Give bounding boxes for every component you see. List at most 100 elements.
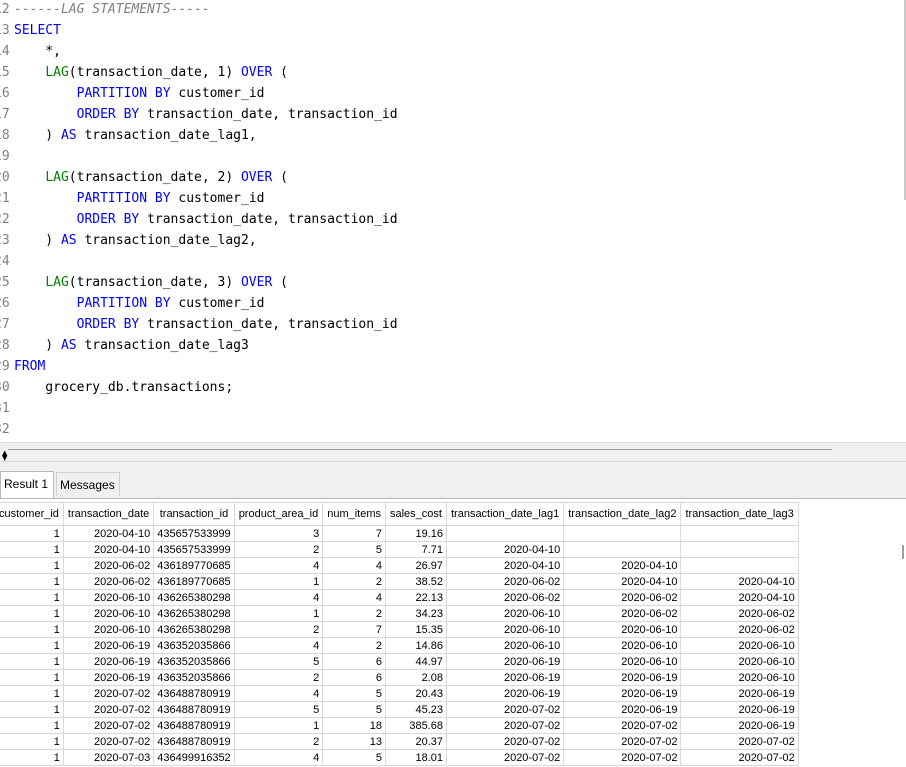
table-cell[interactable]: 436499916352 <box>153 749 235 766</box>
table-cell[interactable]: 2 <box>322 573 386 590</box>
table-cell[interactable]: 2020-07-02 <box>563 733 682 750</box>
code-line[interactable]: 28 ) AS transaction_date_lag3 <box>0 335 249 356</box>
table-cell[interactable]: 2020-06-02 <box>680 605 799 622</box>
editor-horizontal-scrollbar[interactable] <box>8 449 832 450</box>
table-cell[interactable]: 2020-06-19 <box>445 653 565 670</box>
table-row[interactable]: 1 2020-07-02 436488780919 1 18 385.68 2020-07-… <box>0 717 799 734</box>
table-cell[interactable]: 45.23 <box>385 701 447 718</box>
table-cell[interactable]: 2020-04-10 <box>62 525 155 542</box>
table-cell[interactable]: 2020-06-10 <box>680 653 799 670</box>
code-line[interactable]: 13 SELECT <box>0 20 61 41</box>
table-cell[interactable]: 436265380298 <box>153 621 235 638</box>
column-header-customer-id[interactable]: customer_id <box>0 502 64 526</box>
table-cell[interactable]: 2020-07-03 <box>62 749 155 766</box>
code-line[interactable]: 23 ) AS transaction_date_lag2, <box>0 230 257 251</box>
table-cell[interactable]: 2020-06-10 <box>680 637 799 654</box>
table-cell[interactable]: 2020-07-02 <box>563 717 682 734</box>
code-line[interactable]: 16 PARTITION BY customer_id <box>0 83 264 104</box>
table-cell[interactable]: 436265380298 <box>153 589 235 606</box>
table-cell[interactable]: 26.97 <box>385 557 447 574</box>
table-cell[interactable]: 2020-06-02 <box>445 589 565 606</box>
table-cell[interactable]: 2020-04-10 <box>680 573 799 590</box>
table-row[interactable]: 1 2020-06-02 436189770685 1 2 38.52 2020-06-02… <box>0 573 799 590</box>
table-cell[interactable]: 14.86 <box>385 637 447 654</box>
table-cell[interactable]: 6 <box>322 669 386 686</box>
table-cell[interactable] <box>563 541 682 558</box>
table-cell[interactable]: 2020-07-02 <box>680 749 799 766</box>
table-cell[interactable]: 2020-06-10 <box>445 621 565 638</box>
table-cell[interactable]: 436352035866 <box>153 637 235 654</box>
table-cell[interactable]: 1 <box>0 653 64 670</box>
collapse-arrows-icon[interactable]: ▲ ▼ <box>2 450 7 462</box>
grid-scrollbar[interactable] <box>902 545 904 559</box>
table-cell[interactable]: 3 <box>233 525 324 542</box>
table-cell[interactable]: 7.71 <box>385 541 447 558</box>
table-cell[interactable]: 436265380298 <box>153 605 235 622</box>
table-cell[interactable]: 7 <box>322 621 386 638</box>
table-cell[interactable]: 2020-07-02 <box>680 733 799 750</box>
table-cell[interactable]: 436488780919 <box>153 701 235 718</box>
column-header-transaction-date-lag1[interactable]: transaction_date_lag1 <box>445 502 565 526</box>
code-line[interactable]: 32 <box>0 419 10 440</box>
table-cell[interactable]: 22.13 <box>385 589 447 606</box>
table-cell[interactable]: 1 <box>0 557 64 574</box>
table-cell[interactable]: 2 <box>322 605 386 622</box>
table-cell[interactable]: 436189770685 <box>153 573 235 590</box>
table-cell[interactable]: 436352035866 <box>153 669 235 686</box>
pane-splitter[interactable]: ▲ ▼ <box>0 442 906 462</box>
table-cell[interactable]: 1 <box>233 605 324 622</box>
table-cell[interactable]: 5 <box>322 685 386 702</box>
table-cell[interactable]: 2 <box>233 669 324 686</box>
table-cell[interactable]: 435657533999 <box>153 541 235 558</box>
column-header-transaction-id[interactable]: transaction_id <box>153 502 235 526</box>
code-line[interactable]: 24 <box>0 251 10 272</box>
table-row[interactable]: 1 2020-06-02 436189770685 4 4 26.97 2020-04-10… <box>0 557 799 574</box>
table-cell[interactable]: 2020-06-10 <box>563 621 682 638</box>
table-cell[interactable]: 2020-06-02 <box>563 605 682 622</box>
table-cell[interactable]: 385.68 <box>385 717 447 734</box>
table-cell[interactable]: 2020-06-02 <box>563 589 682 606</box>
table-cell[interactable]: 5 <box>233 701 324 718</box>
table-row[interactable]: 1 2020-07-03 436499916352 4 5 18.01 2020-07-02… <box>0 749 799 766</box>
table-cell[interactable]: 4 <box>233 749 324 766</box>
table-cell[interactable]: 2020-06-02 <box>680 621 799 638</box>
table-cell[interactable]: 18 <box>322 717 386 734</box>
table-row[interactable]: 1 2020-06-10 436265380298 1 2 34.23 2020-06-10… <box>0 605 799 622</box>
table-cell[interactable]: 2020-06-10 <box>62 605 155 622</box>
tab-messages[interactable]: Messages <box>56 472 120 496</box>
table-cell[interactable]: 7 <box>322 525 386 542</box>
table-cell[interactable]: 435657533999 <box>153 525 235 542</box>
table-cell[interactable]: 1 <box>0 637 64 654</box>
table-cell[interactable]: 2020-07-02 <box>62 685 155 702</box>
column-header-transaction-date[interactable]: transaction_date <box>62 502 155 526</box>
table-row[interactable]: 1 2020-06-10 436265380298 2 7 15.35 2020-06-10… <box>0 621 799 638</box>
table-cell[interactable]: 2020-06-10 <box>563 653 682 670</box>
table-cell[interactable]: 4 <box>322 589 386 606</box>
table-cell[interactable]: 2020-07-02 <box>62 717 155 734</box>
table-cell[interactable]: 2 <box>233 541 324 558</box>
table-cell[interactable]: 2020-04-10 <box>445 541 565 558</box>
table-cell[interactable]: 1 <box>0 605 64 622</box>
table-cell[interactable]: 1 <box>0 573 64 590</box>
code-line[interactable]: 21 PARTITION BY customer_id <box>0 188 264 209</box>
table-row[interactable]: 1 2020-06-19 436352035866 4 2 14.86 2020-06-10… <box>0 637 799 654</box>
table-cell[interactable]: 2020-06-19 <box>563 669 682 686</box>
table-cell[interactable]: 2020-04-10 <box>680 589 799 606</box>
table-cell[interactable] <box>680 525 799 542</box>
code-line[interactable]: 26 PARTITION BY customer_id <box>0 293 264 314</box>
table-cell[interactable]: 1 <box>0 733 64 750</box>
table-cell[interactable]: 1 <box>0 669 64 686</box>
table-cell[interactable]: 2 <box>233 733 324 750</box>
table-cell[interactable]: 38.52 <box>385 573 447 590</box>
table-cell[interactable]: 1 <box>0 685 64 702</box>
code-line[interactable]: 17 ORDER BY transaction_date, transactio… <box>0 104 398 125</box>
table-cell[interactable]: 1 <box>0 621 64 638</box>
code-line[interactable]: 22 ORDER BY transaction_date, transactio… <box>0 209 398 230</box>
table-cell[interactable]: 2020-06-02 <box>62 573 155 590</box>
table-cell[interactable]: 2020-06-19 <box>680 685 799 702</box>
table-cell[interactable]: 436352035866 <box>153 653 235 670</box>
table-cell[interactable]: 1 <box>0 749 64 766</box>
table-cell[interactable]: 2020-06-19 <box>680 701 799 718</box>
table-cell[interactable]: 2020-06-02 <box>62 557 155 574</box>
table-cell[interactable] <box>680 557 799 574</box>
